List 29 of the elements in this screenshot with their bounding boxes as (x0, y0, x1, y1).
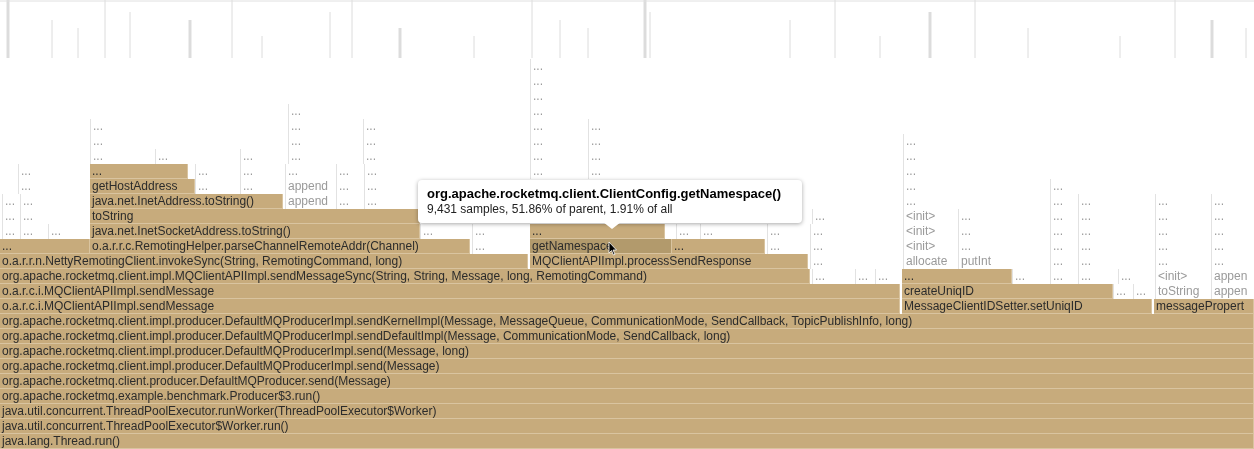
stack-frame[interactable]: ... (902, 269, 1012, 284)
stack-frame[interactable]: org.apache.rocketmq.client.impl.producer.DefaultMQProducerImpl.sendKernelImpl(Message, MessageQueue, CommunicationMode, SendCallback, TopicPublishInfo, long) (0, 314, 1254, 329)
stack-frame[interactable]: org.apache.rocketmq.client.impl.producer.DefaultMQProducerImpl.send(Message) (0, 359, 1254, 374)
stack-frame[interactable]: ... (530, 224, 665, 239)
stack-frame[interactable]: o.a.r.c.i.MQClientAPIImpl.sendMessage (0, 299, 900, 314)
stack-frame[interactable]: org.apache.rocketmq.client.impl.producer.DefaultMQProducerImpl.sendDefaultImpl(Message, CommunicationMode, SendCallback, long) (0, 329, 1254, 344)
stack-frame[interactable]: MessageClientIDSetter.setUniqID (902, 299, 1152, 314)
stack-frame[interactable]: org.apache.rocketmq.example.benchmark.Producer$3.run() (0, 389, 1254, 404)
stack-frame[interactable]: org.apache.rocketmq.client.producer.DefaultMQProducer.send(Message) (0, 374, 1254, 389)
stack-frame[interactable]: org.apache.rocketmq.client.impl.MQClientAPIImpl.sendMessageSync(String, String, Message, long, RemotingCommand) (0, 269, 810, 284)
stack-frame[interactable]: ... (672, 239, 765, 254)
stack-frame[interactable]: java.util.concurrent.ThreadPoolExecutor.runWorker(ThreadPoolExecutor$Worker) (0, 404, 1254, 419)
stack-frame[interactable]: o.a.r.r.c.RemotingHelper.parseChannelRemoteAddr(Channel) (90, 239, 470, 254)
stack-frame[interactable]: MQClientAPIImpl.processSendResponse (530, 254, 808, 269)
stack-frame[interactable]: toString (90, 209, 420, 224)
stack-frame[interactable]: java.util.concurrent.ThreadPoolExecutor$Worker.run() (0, 419, 1254, 434)
stack-frame[interactable]: o.a.r.r.n.NettyRemotingClient.invokeSync(String, RemotingCommand, long) (0, 254, 528, 269)
stack-frame[interactable]: messagePropert (1154, 299, 1254, 314)
tooltip-text: 9,431 samples, 51.86% of parent, 1.91% of all (427, 202, 674, 217)
stack-frame[interactable]: createUniqID (902, 284, 1113, 299)
stack-frame[interactable]: java.net.InetAddress.toString() (90, 194, 283, 209)
stack-frame[interactable]: ... (0, 239, 90, 254)
stack-frame[interactable]: java.lang.Thread.run() (0, 434, 1254, 449)
stack-frame[interactable]: ... (90, 164, 188, 179)
stack-frame[interactable]: o.a.r.c.i.MQClientAPIImpl.sendMessage (0, 284, 900, 299)
stack-frame[interactable]: getHostAddress (90, 179, 195, 194)
stack-frame[interactable]: java.net.InetSocketAddress.toString() (90, 224, 420, 239)
stack-frame[interactable]: org.apache.rocketmq.client.impl.producer.DefaultMQProducerImpl.send(Message, long) (0, 344, 1254, 359)
tooltip-title: org.apache.rocketmq.client.ClientConfig.getNamespace() (427, 186, 782, 202)
